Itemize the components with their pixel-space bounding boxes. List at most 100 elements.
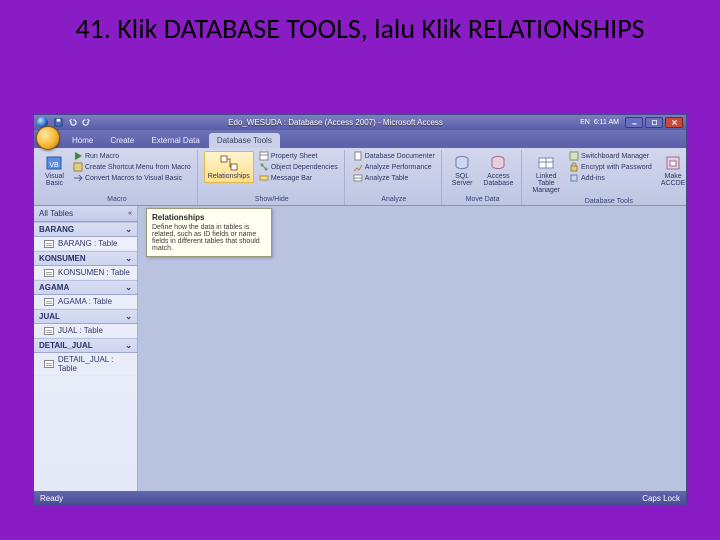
documenter-label: Database Documenter bbox=[365, 153, 435, 160]
tooltip-title: Relationships bbox=[152, 213, 266, 222]
addins-button[interactable]: Add-ins bbox=[567, 173, 654, 183]
nav-item[interactable]: DETAIL_JUAL : Table bbox=[34, 353, 137, 376]
tab-external-data[interactable]: External Data bbox=[143, 133, 207, 148]
nav-item-label: JUAL : Table bbox=[58, 326, 103, 335]
chevron-up-icon: ⌄ bbox=[125, 341, 132, 350]
analyze-table-button[interactable]: Analyze Table bbox=[351, 173, 437, 183]
shortcut-label: Create Shortcut Menu from Macro bbox=[85, 164, 191, 171]
access-db-icon bbox=[489, 154, 507, 172]
maximize-button[interactable] bbox=[645, 117, 663, 128]
nav-item[interactable]: AGAMA : Table bbox=[34, 295, 137, 309]
db-documenter-button[interactable]: Database Documenter bbox=[351, 151, 437, 161]
nav-item[interactable]: JUAL : Table bbox=[34, 324, 137, 338]
nav-category[interactable]: AGAMA⌄ bbox=[34, 280, 137, 295]
qat-undo-icon[interactable] bbox=[68, 118, 77, 127]
visual-basic-button[interactable]: VB Visual Basic bbox=[41, 151, 68, 190]
tab-database-tools[interactable]: Database Tools bbox=[209, 133, 280, 148]
dependencies-icon bbox=[259, 162, 269, 172]
sql-server-label: SQL Server bbox=[452, 173, 473, 187]
tab-home[interactable]: Home bbox=[64, 133, 101, 148]
analyze-table-label: Analyze Table bbox=[365, 175, 408, 182]
relationships-tooltip: Relationships Define how the data in tab… bbox=[146, 208, 272, 257]
message-bar-icon bbox=[259, 173, 269, 183]
nav-item-label: DETAIL_JUAL : Table bbox=[58, 355, 133, 373]
object-deps-button[interactable]: Object Dependencies bbox=[257, 162, 340, 172]
nav-category[interactable]: KONSUMEN⌄ bbox=[34, 251, 137, 266]
documenter-icon bbox=[353, 151, 363, 161]
relationships-icon bbox=[220, 154, 238, 172]
message-bar-button[interactable]: Message Bar bbox=[257, 173, 340, 183]
run-macro-button[interactable]: Run Macro bbox=[71, 151, 193, 161]
nav-item[interactable]: KONSUMEN : Table bbox=[34, 266, 137, 280]
visual-basic-label: Visual Basic bbox=[45, 173, 64, 187]
ribbon-tabs: Home Create External Data Database Tools bbox=[34, 130, 686, 148]
accde-label: Make ACCDE bbox=[661, 173, 686, 187]
nav-item-label: KONSUMEN : Table bbox=[58, 268, 130, 277]
property-sheet-icon bbox=[259, 151, 269, 161]
sql-server-icon bbox=[453, 154, 471, 172]
performance-icon bbox=[353, 162, 363, 172]
addins-label: Add-ins bbox=[581, 175, 605, 182]
tray-time: 6:11 AM bbox=[594, 119, 619, 126]
table-icon bbox=[44, 269, 54, 277]
qat-save-icon[interactable] bbox=[54, 118, 63, 127]
status-right: Caps Lock bbox=[642, 494, 680, 503]
analyze-perf-button[interactable]: Analyze Performance bbox=[351, 162, 437, 172]
convert-label: Convert Macros to Visual Basic bbox=[85, 175, 182, 182]
lock-icon bbox=[569, 162, 579, 172]
minimize-button[interactable] bbox=[625, 117, 643, 128]
convert-icon bbox=[73, 173, 83, 183]
slide-title: 41. Klik DATABASE TOOLS, lalu Klik RELAT… bbox=[0, 0, 720, 47]
switchboard-label: Switchboard Manager bbox=[581, 153, 649, 160]
access-window: Edo_WESUDA : Database (Access 2007) - Mi… bbox=[33, 114, 687, 506]
close-button[interactable] bbox=[665, 117, 683, 128]
tray-lang[interactable]: EN bbox=[580, 119, 590, 126]
linked-table-label: Linked Table Manager bbox=[532, 173, 560, 194]
svg-text:VB: VB bbox=[50, 162, 60, 169]
office-button[interactable] bbox=[36, 126, 60, 150]
group-analyze: Database Documenter Analyze Performance … bbox=[347, 150, 442, 205]
nav-pane: All Tables « BARANG⌄ BARANG : Table KONSUM… bbox=[34, 206, 138, 491]
nav-header[interactable]: All Tables « bbox=[34, 206, 137, 222]
switchboard-button[interactable]: Switchboard Manager bbox=[567, 151, 654, 161]
switchboard-icon bbox=[569, 151, 579, 161]
convert-macros-button[interactable]: Convert Macros to Visual Basic bbox=[71, 173, 193, 183]
chevron-up-icon: ⌄ bbox=[125, 312, 132, 321]
nav-category[interactable]: JUAL⌄ bbox=[34, 309, 137, 324]
window-title: Edo_WESUDA : Database (Access 2007) - Mi… bbox=[91, 118, 580, 127]
relationships-button[interactable]: Relationships bbox=[204, 151, 254, 183]
group-move-data-label: Move Data bbox=[466, 195, 500, 205]
nav-item-label: BARANG : Table bbox=[58, 239, 117, 248]
linked-table-button[interactable]: Linked Table Manager bbox=[528, 151, 564, 197]
nav-header-label: All Tables bbox=[39, 209, 73, 218]
chevron-left-icon: « bbox=[128, 210, 132, 217]
tab-create[interactable]: Create bbox=[102, 133, 142, 148]
property-sheet-label: Property Sheet bbox=[271, 153, 318, 160]
nav-category[interactable]: BARANG⌄ bbox=[34, 222, 137, 237]
table-icon bbox=[44, 360, 54, 368]
encrypt-label: Encrypt with Password bbox=[581, 164, 652, 171]
nav-category[interactable]: DETAIL_JUAL⌄ bbox=[34, 338, 137, 353]
nav-item[interactable]: BARANG : Table bbox=[34, 237, 137, 251]
sql-server-button[interactable]: SQL Server bbox=[448, 151, 477, 190]
encrypt-button[interactable]: Encrypt with Password bbox=[567, 162, 654, 172]
access-db-button[interactable]: Access Database bbox=[479, 151, 517, 190]
relationships-label: Relationships bbox=[208, 173, 250, 180]
canvas[interactable]: Relationships Define how the data in tab… bbox=[138, 206, 686, 491]
group-db-tools: Linked Table Manager Switchboard Manager… bbox=[524, 150, 693, 205]
message-bar-label: Message Bar bbox=[271, 175, 312, 182]
group-macro-label: Macro bbox=[107, 195, 126, 205]
qat-redo-icon[interactable] bbox=[82, 118, 91, 127]
group-show-hide: Relationships Property Sheet Object Depe… bbox=[200, 150, 345, 205]
tray: EN 6:11 AM bbox=[580, 119, 619, 126]
linked-table-icon bbox=[537, 154, 555, 172]
property-sheet-button[interactable]: Property Sheet bbox=[257, 151, 340, 161]
run-macro-label: Run Macro bbox=[85, 153, 119, 160]
create-shortcut-button[interactable]: Create Shortcut Menu from Macro bbox=[71, 162, 193, 172]
table-icon bbox=[44, 240, 54, 248]
shortcut-icon bbox=[73, 162, 83, 172]
titlebar: Edo_WESUDA : Database (Access 2007) - Mi… bbox=[34, 115, 686, 130]
window-buttons bbox=[625, 117, 683, 128]
chevron-up-icon: ⌄ bbox=[125, 225, 132, 234]
make-accde-button[interactable]: Make ACCDE bbox=[657, 151, 690, 190]
